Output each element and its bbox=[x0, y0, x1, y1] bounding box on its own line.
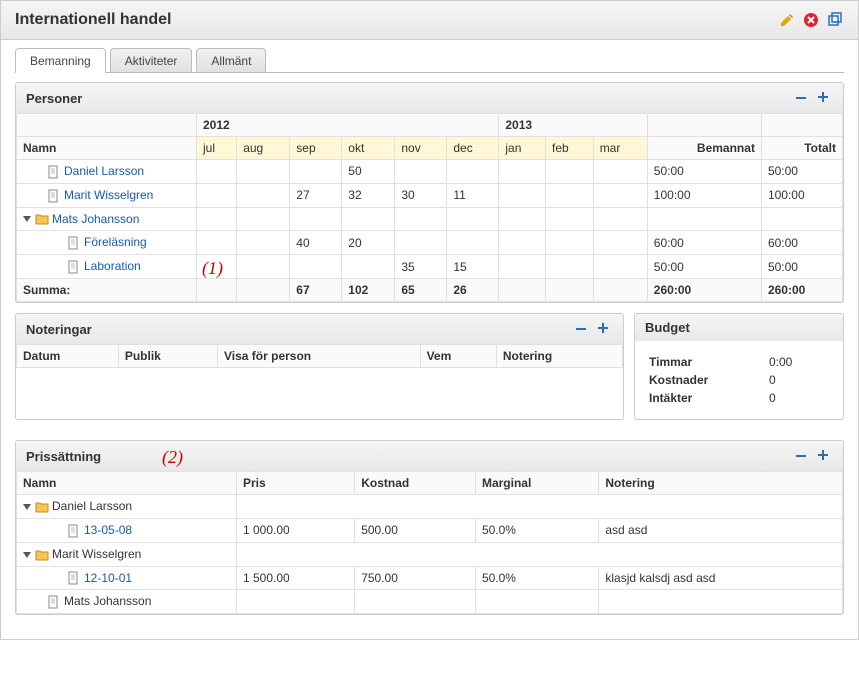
close-icon[interactable] bbox=[802, 11, 820, 29]
col-publik: Publik bbox=[118, 345, 217, 368]
table-row: Daniel Larsson5050:0050:00 bbox=[17, 160, 843, 184]
collapse-icon[interactable] bbox=[793, 89, 811, 107]
add-icon[interactable] bbox=[815, 89, 833, 107]
col-visa: Visa för person bbox=[218, 345, 421, 368]
col-pris: Pris bbox=[237, 472, 355, 495]
row-name: Mats Johansson bbox=[64, 594, 151, 608]
col-vem: Vem bbox=[420, 345, 496, 368]
document-icon bbox=[67, 236, 81, 250]
person-link[interactable]: Mats Johansson bbox=[52, 212, 139, 226]
col-bemannat: Bemannat bbox=[647, 137, 761, 160]
col-namn: Namn bbox=[17, 472, 237, 495]
row-name: Marit Wisselgren bbox=[52, 547, 141, 561]
budget-timmar: Timmar0:00 bbox=[649, 355, 829, 369]
folder-icon bbox=[35, 212, 49, 226]
tab-bar: Bemanning Aktiviteter Allmänt bbox=[1, 40, 858, 73]
table-row: 13-05-081 000.00500.0050.0%asd asd bbox=[17, 518, 843, 542]
document-icon bbox=[47, 595, 61, 609]
document-icon bbox=[47, 189, 61, 203]
year-2013: 2013 bbox=[499, 114, 647, 137]
person-link[interactable]: Laboration bbox=[84, 259, 141, 273]
panel-noteringar: Noteringar Datum Publik Visa för person … bbox=[15, 313, 624, 420]
table-row: Föreläsning402060:0060:00 bbox=[17, 231, 843, 255]
noteringar-table: Datum Publik Visa för person Vem Noterin… bbox=[16, 344, 623, 408]
page-title: Internationell handel bbox=[15, 11, 778, 29]
prissattning-table: Namn Pris Kostnad Marginal Notering Dani… bbox=[16, 471, 843, 614]
col-kostnad: Kostnad bbox=[355, 472, 476, 495]
panel-title-prissattning: Prissättning bbox=[26, 449, 793, 464]
panel-budget: Budget Timmar0:00 Kostnader0 Intäkter0 bbox=[634, 313, 844, 420]
col-datum: Datum bbox=[17, 345, 119, 368]
budget-intakter: Intäkter0 bbox=[649, 391, 829, 405]
budget-kostnader: Kostnader0 bbox=[649, 373, 829, 387]
panel-prissattning: Prissättning Namn Pris Kostnad Marginal … bbox=[15, 440, 844, 615]
table-row: 12-10-011 500.00750.0050.0%klasjd kalsdj… bbox=[17, 566, 843, 590]
tab-allmant[interactable]: Allmänt bbox=[196, 48, 266, 73]
document-icon bbox=[47, 165, 61, 179]
panel-personer: Personer 2012 2013 Namn jul bbox=[15, 82, 844, 303]
panel-title-noteringar: Noteringar bbox=[26, 322, 573, 337]
col-namn: Namn bbox=[17, 137, 197, 160]
col-notering: Notering bbox=[496, 345, 622, 368]
person-link[interactable]: Daniel Larsson bbox=[64, 164, 144, 178]
chevron-down-icon[interactable] bbox=[23, 216, 31, 222]
col-totalt: Totalt bbox=[761, 137, 842, 160]
person-link[interactable]: Marit Wisselgren bbox=[64, 188, 153, 202]
document-icon bbox=[67, 571, 81, 585]
personer-table: 2012 2013 Namn jul aug sep okt nov dec j… bbox=[16, 113, 843, 302]
year-2012: 2012 bbox=[197, 114, 499, 137]
tab-bemanning[interactable]: Bemanning bbox=[15, 48, 106, 73]
table-row: Laboration351550:0050:00 bbox=[17, 255, 843, 279]
table-row: Marit Wisselgren27323011100:00100:00 bbox=[17, 183, 843, 207]
item-link[interactable]: 13-05-08 bbox=[84, 523, 132, 537]
add-icon[interactable] bbox=[595, 320, 613, 338]
row-name: Daniel Larsson bbox=[52, 499, 132, 513]
folder-icon bbox=[35, 548, 49, 562]
tab-aktiviteter[interactable]: Aktiviteter bbox=[110, 48, 193, 73]
pencil-icon[interactable] bbox=[778, 11, 796, 29]
col-marginal: Marginal bbox=[475, 472, 598, 495]
collapse-icon[interactable] bbox=[573, 320, 591, 338]
chevron-down-icon[interactable] bbox=[23, 504, 31, 510]
summa-row: Summa: 67 102 65 26 260:00 260:00 bbox=[17, 279, 843, 302]
table-row: Daniel Larsson bbox=[17, 495, 843, 519]
person-link[interactable]: Föreläsning bbox=[84, 235, 147, 249]
page-header: Internationell handel bbox=[1, 1, 858, 40]
item-link[interactable]: 12-10-01 bbox=[84, 571, 132, 585]
table-row: Mats Johansson bbox=[17, 590, 843, 614]
window-icon[interactable] bbox=[826, 11, 844, 29]
add-icon[interactable] bbox=[815, 447, 833, 465]
panel-title-personer: Personer bbox=[26, 91, 793, 106]
chevron-down-icon[interactable] bbox=[23, 552, 31, 558]
col-notering: Notering bbox=[599, 472, 843, 495]
table-row: Marit Wisselgren bbox=[17, 542, 843, 566]
collapse-icon[interactable] bbox=[793, 447, 811, 465]
document-icon bbox=[67, 524, 81, 538]
table-row: Mats Johansson bbox=[17, 207, 843, 231]
document-icon bbox=[67, 260, 81, 274]
folder-icon bbox=[35, 500, 49, 514]
panel-title-budget: Budget bbox=[645, 320, 833, 335]
